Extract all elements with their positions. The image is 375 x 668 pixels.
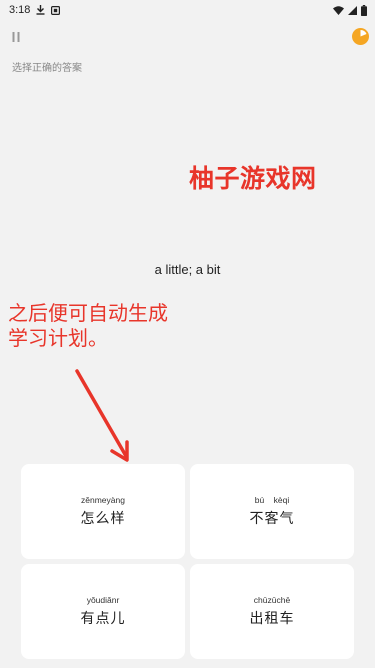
answer-option-2[interactable]: bú kèqi 不客气 — [190, 464, 354, 559]
option-pinyin: zěnmeyàng — [81, 495, 125, 505]
option-pinyin: yǒudiǎnr — [86, 595, 120, 605]
question-text: a little; a bit — [154, 262, 221, 277]
status-right — [333, 4, 375, 16]
overlay-caption: 之后便可自动生成学习计划。 — [8, 303, 168, 350]
instruction-text: 选择正确的答案 — [12, 63, 82, 74]
option-pinyin: bú kèqi — [254, 495, 290, 505]
option-hanzi: 怎么样 — [80, 510, 126, 526]
download-icon — [36, 5, 45, 15]
option-hanzi: 不客气 — [249, 510, 295, 526]
status-bar: 3:18 — [0, 0, 375, 20]
option-hanzi: 有点儿 — [80, 610, 126, 626]
timer-pie-icon — [352, 28, 369, 45]
pause-icon — [12, 32, 20, 42]
option-pinyin: chūzūchē — [253, 595, 291, 605]
option-hanzi: 出租车 — [249, 610, 295, 626]
pointer-arrow-icon — [70, 366, 134, 471]
status-time: 3:18 — [9, 4, 31, 16]
cellular-icon — [348, 5, 357, 15]
answer-option-4[interactable]: chūzūchē 出租车 — [190, 564, 354, 659]
battery-icon — [361, 4, 367, 16]
answer-option-3[interactable]: yǒudiǎnr 有点儿 — [21, 564, 185, 659]
watermark-text: 柚子游戏网 — [189, 165, 317, 193]
notification-square-icon — [51, 5, 61, 15]
pause-button[interactable] — [8, 29, 24, 45]
status-left: 3:18 — [0, 4, 61, 16]
wifi-icon — [333, 5, 344, 15]
answer-option-1[interactable]: zěnmeyàng 怎么样 — [21, 464, 185, 559]
